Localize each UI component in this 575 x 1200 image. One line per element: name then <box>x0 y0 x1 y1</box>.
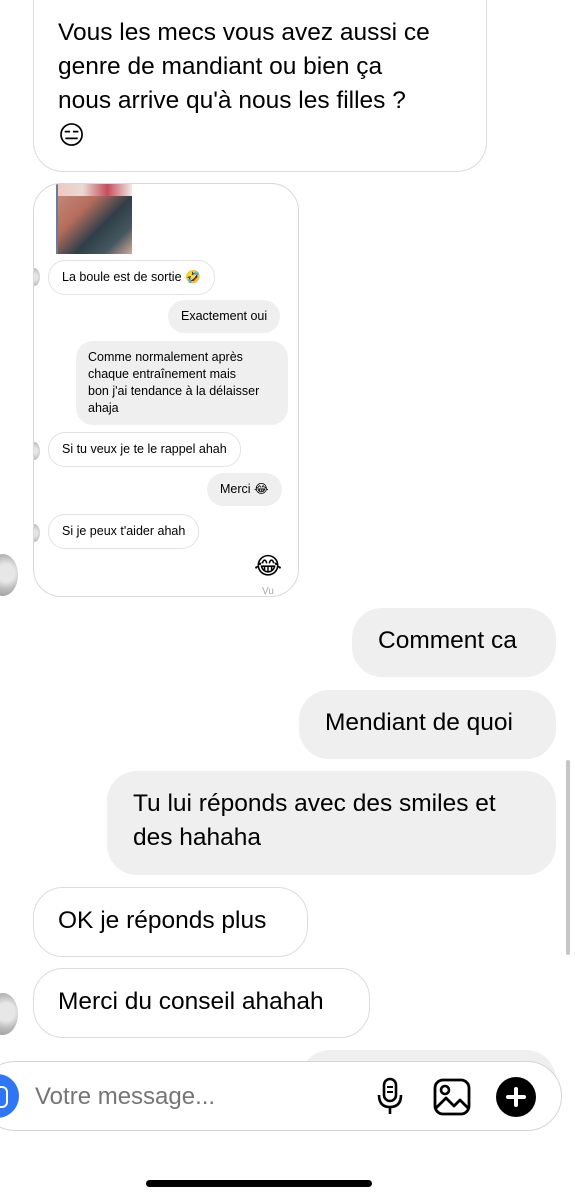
emoji: 😑 <box>58 120 86 150</box>
microphone-icon[interactable] <box>375 1077 405 1117</box>
message-input[interactable] <box>33 1077 337 1117</box>
gallery-icon[interactable] <box>432 1077 472 1117</box>
embedded-outgoing: Exactement oui <box>168 300 281 333</box>
scrollbar[interactable] <box>566 760 570 955</box>
outgoing-message[interactable]: Mendiant de quoi <box>299 690 556 759</box>
home-indicator[interactable] <box>146 1180 372 1187</box>
avatar <box>34 524 40 542</box>
outgoing-message[interactable]: Comment ca <box>352 608 556 677</box>
message-text: des hahaha <box>133 824 262 851</box>
message-text: Tu lui réponds avec des smiles et <box>133 790 496 817</box>
outgoing-message[interactable]: Tu lui réponds avec des smiles et des ha… <box>107 771 556 875</box>
avatar <box>0 993 18 1035</box>
message-text: nous arrive qu'à nous les filles ? <box>58 87 406 114</box>
incoming-message[interactable]: Merci du conseil ahahah <box>33 968 370 1038</box>
seen-label: Vu <box>262 586 274 597</box>
embedded-outgoing: Comme normalement après chaque entraînem… <box>76 341 288 425</box>
embedded-incoming: Si tu veux je te le rappel ahah <box>48 432 241 467</box>
embedded-outgoing: Merci 😂 <box>207 473 282 506</box>
embedded-incoming: La boule est de sortie 🤣 <box>48 260 215 295</box>
emoji: 😂 <box>254 553 283 580</box>
message-composer <box>0 1061 562 1131</box>
avatar <box>0 554 18 596</box>
embedded-photo <box>56 184 132 254</box>
message-text: genre de mandiant ou bien ça <box>58 53 383 80</box>
avatar <box>34 442 40 460</box>
avatar <box>34 268 40 286</box>
shared-screenshot[interactable]: La boule est de sortie 🤣 Exactement oui … <box>33 183 299 597</box>
incoming-message[interactable]: Vous les mecs vous avez aussi ce genre d… <box>33 0 487 172</box>
camera-icon[interactable] <box>0 1074 19 1118</box>
plus-icon[interactable] <box>496 1077 536 1117</box>
embedded-incoming: Si je peux t'aider ahah <box>48 514 200 549</box>
incoming-message[interactable]: OK je réponds plus <box>33 887 308 957</box>
message-text: Vous les mecs vous avez aussi ce <box>58 19 430 46</box>
